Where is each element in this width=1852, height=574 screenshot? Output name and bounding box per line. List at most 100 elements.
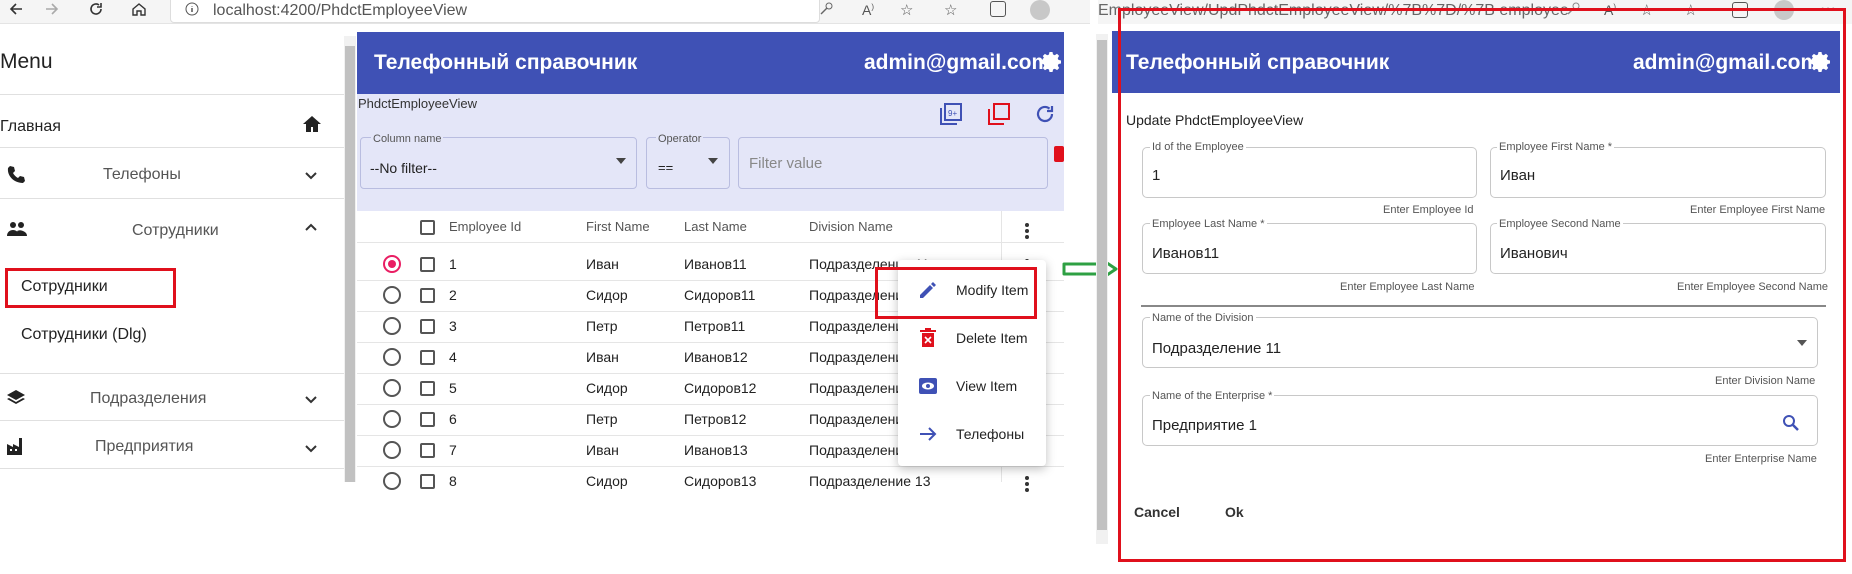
info-icon[interactable] — [184, 1, 200, 19]
row-radio[interactable] — [383, 255, 401, 273]
row-radio[interactable] — [383, 348, 401, 366]
row-checkbox[interactable] — [420, 288, 435, 303]
row-divider — [357, 466, 1064, 467]
sidebar-item-employees[interactable]: Сотрудники — [132, 222, 219, 240]
table-cell: Сидоров11 — [684, 287, 756, 303]
select-all-checkbox[interactable] — [420, 220, 435, 235]
row-radio[interactable] — [383, 286, 401, 304]
people-icon — [6, 221, 28, 242]
row-checkbox[interactable] — [420, 350, 435, 365]
table-cell: Иван — [586, 349, 619, 365]
clear-filter-icon[interactable] — [1054, 146, 1064, 162]
back-icon[interactable] — [8, 1, 22, 19]
chevron-down-icon[interactable] — [304, 441, 318, 460]
eye-icon — [918, 377, 938, 400]
row-checkbox[interactable] — [420, 443, 435, 458]
table-cell: Петр — [586, 411, 618, 427]
divider — [357, 242, 1064, 243]
collections-icon[interactable] — [990, 1, 1006, 17]
refresh-icon[interactable] — [1034, 103, 1056, 130]
row-checkbox[interactable] — [420, 257, 435, 272]
dropdown-arrow-icon[interactable] — [708, 158, 718, 164]
sidebar-subitem-employees[interactable]: Сотрудники — [21, 278, 108, 296]
table-cell: 7 — [449, 442, 457, 458]
chevron-down-icon[interactable] — [304, 392, 318, 411]
table-cell: Сидоров13 — [684, 473, 757, 489]
home-icon[interactable] — [302, 114, 322, 139]
menu-item-view[interactable]: View Item — [956, 378, 1017, 394]
phone-icon — [6, 164, 26, 189]
svg-text:9+: 9+ — [948, 109, 957, 118]
favorites-icon[interactable]: ☆ — [944, 1, 957, 19]
table-cell: Сидоров12 — [684, 380, 757, 396]
trash-icon — [920, 328, 936, 353]
row-radio[interactable] — [383, 441, 401, 459]
reload-icon[interactable] — [88, 1, 104, 19]
divider — [0, 198, 344, 199]
menu-item-delete[interactable]: Delete Item — [956, 330, 1028, 346]
add-items-icon[interactable]: 9+ — [940, 103, 962, 130]
table-cell: Петров11 — [684, 318, 746, 334]
gear-icon[interactable] — [1040, 50, 1064, 79]
operator-value: == — [658, 160, 674, 175]
url-text: localhost:4200/PhdctEmployeeView — [213, 2, 468, 19]
column-name-value: --No filter-- — [370, 160, 437, 176]
table-cell: Сидор — [586, 473, 628, 489]
col-first-name[interactable]: First Name — [586, 219, 650, 234]
table-cell: 6 — [449, 411, 457, 427]
sidebar-item-phones[interactable]: Телефоны — [103, 166, 181, 184]
sidebar-subitem-employees-dlg[interactable]: Сотрудники (Dlg) — [21, 326, 147, 344]
row-checkbox[interactable] — [420, 319, 435, 334]
divider — [0, 147, 344, 148]
read-aloud-icon[interactable]: A) — [862, 2, 874, 18]
row-radio[interactable] — [383, 472, 401, 490]
table-cell: 2 — [449, 287, 457, 303]
app-title: Телефонный справочник — [374, 51, 638, 74]
table-cell: 8 — [449, 473, 457, 489]
user-email[interactable]: admin@gmail.com — [864, 51, 1050, 75]
table-cell: Сидор — [586, 380, 628, 396]
table-cell: Подразделение 13 — [809, 473, 931, 489]
sidebar-item-enterprises[interactable]: Предприятия — [95, 438, 193, 456]
col-employee-id[interactable]: Employee Id — [449, 219, 521, 234]
col-division-name[interactable]: Division Name — [809, 219, 893, 234]
arrow-icon — [1060, 254, 1120, 289]
favorites-add-icon[interactable]: ☆ — [900, 1, 913, 19]
copy-icon[interactable] — [988, 103, 1010, 130]
operator-label: Operator — [656, 133, 704, 145]
row-radio[interactable] — [383, 317, 401, 335]
row-checkbox[interactable] — [420, 381, 435, 396]
sidebar — [0, 28, 344, 482]
row-checkbox[interactable] — [420, 412, 435, 427]
menu-item-phones[interactable]: Телефоны — [956, 426, 1024, 442]
divider — [0, 94, 344, 95]
sidebar-item-home[interactable]: Главная — [0, 118, 61, 136]
dropdown-arrow-icon[interactable] — [616, 158, 626, 164]
highlight-box — [1118, 8, 1846, 562]
table-cell: 1 — [449, 256, 457, 272]
factory-icon — [6, 437, 28, 460]
divider — [0, 373, 344, 374]
dialog-scrollbar[interactable] — [1096, 34, 1108, 544]
forward-icon[interactable] — [44, 1, 60, 19]
browser-toolbar: localhost:4200/PhdctEmployeeView A) ☆ ☆ — [0, 0, 1090, 24]
row-checkbox[interactable] — [420, 474, 435, 489]
sidebar-scrollbar[interactable] — [344, 36, 356, 482]
row-radio[interactable] — [383, 410, 401, 428]
sidebar-title: Menu — [0, 50, 53, 73]
table-cell: Иванов11 — [684, 256, 747, 272]
profile-avatar[interactable] — [1030, 0, 1050, 20]
key-icon[interactable] — [818, 1, 834, 19]
sidebar-item-divisions[interactable]: Подразделения — [90, 390, 206, 408]
arrow-right-icon — [918, 425, 938, 448]
layers-icon — [6, 388, 26, 413]
more-vert-icon[interactable] — [1024, 475, 1030, 498]
table-cell: Иванов12 — [684, 349, 748, 365]
chevron-up-icon[interactable] — [304, 221, 318, 240]
chevron-down-icon[interactable] — [304, 168, 318, 187]
row-radio[interactable] — [383, 379, 401, 397]
home-browser-icon[interactable] — [131, 1, 147, 19]
col-last-name[interactable]: Last Name — [684, 219, 747, 234]
table-cell: Петр — [586, 318, 618, 334]
table-cell: Сидор — [586, 287, 628, 303]
